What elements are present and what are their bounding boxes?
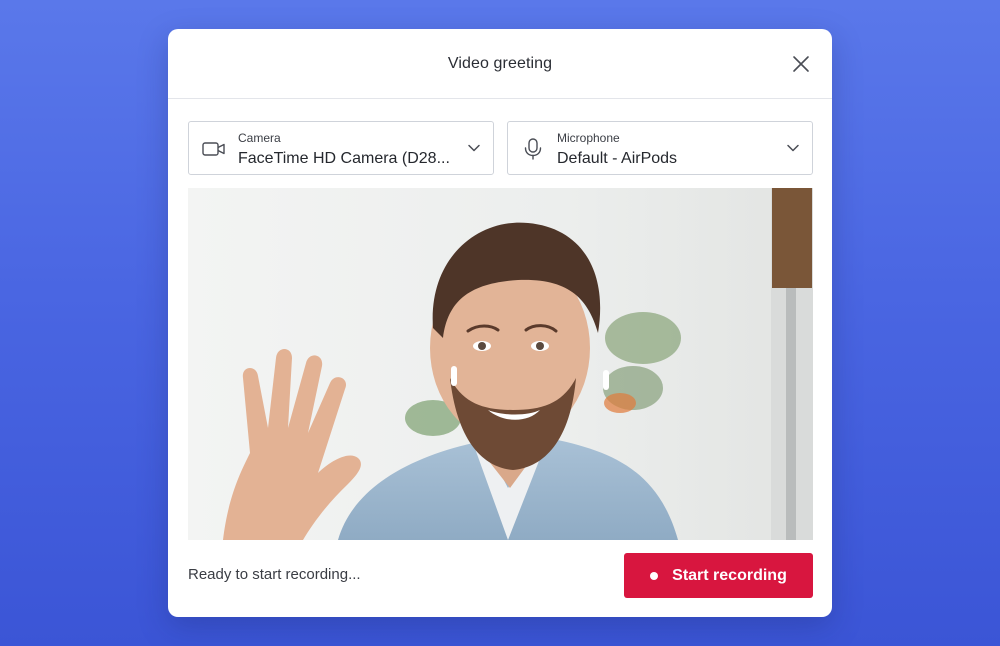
camera-select[interactable]: Camera FaceTime HD Camera (D28...	[188, 121, 494, 175]
dialog-header: Video greeting	[168, 29, 832, 99]
camera-preview	[188, 188, 813, 540]
close-icon	[793, 56, 809, 72]
camera-label: Camera	[238, 131, 281, 145]
dialog-title: Video greeting	[447, 54, 553, 72]
chevron-down-icon	[787, 144, 799, 152]
camera-value: FaceTime HD Camera (D28...	[238, 150, 450, 167]
chevron-down-icon	[468, 144, 480, 152]
microphone-select[interactable]: Microphone Default - AirPods	[507, 121, 813, 175]
close-button[interactable]	[788, 51, 814, 77]
microphone-icon	[524, 138, 542, 160]
video-greeting-dialog: Video greeting Camera FaceTime HD Camera…	[168, 29, 832, 617]
record-dot-icon	[650, 571, 659, 580]
microphone-label: Microphone	[557, 131, 620, 145]
recording-status: Ready to start recording...	[188, 566, 361, 583]
start-recording-button[interactable]: Start recording	[624, 553, 813, 598]
microphone-value: Default - AirPods	[557, 150, 678, 167]
preview-image	[188, 188, 813, 540]
start-recording-label: Start recording	[672, 566, 787, 584]
video-camera-icon	[202, 142, 225, 156]
